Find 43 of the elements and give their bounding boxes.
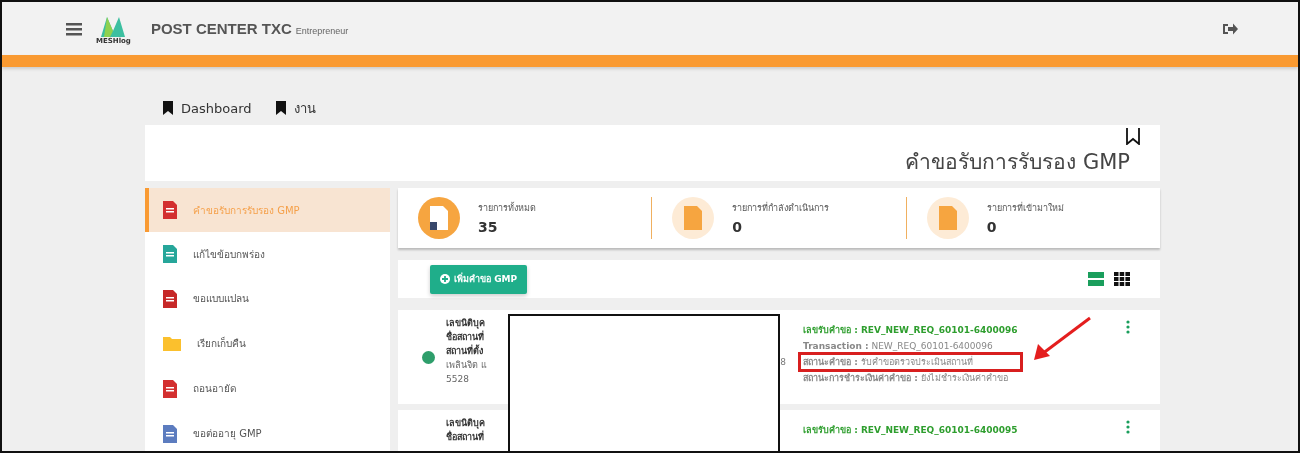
request-text: ชื่อสถานที่ — [446, 330, 484, 344]
request-text: ชื่อสถานที่ — [446, 430, 484, 444]
request-field: Transaction : NEW_REQ_60101-6400096 — [801, 339, 1020, 353]
sidebar-item[interactable]: ขอต่ออายุ GMP — [145, 411, 390, 451]
request-field: เลขรับคำขอ : REV_NEW_REQ_60101-6400095 — [801, 423, 1020, 437]
grid-view-icon[interactable] — [1114, 272, 1130, 286]
more-icon[interactable] — [1126, 420, 1130, 434]
document-icon — [926, 197, 969, 239]
app-title: POST CENTER TXC — [150, 20, 292, 37]
bookmark-icon — [275, 101, 286, 115]
stat-value: 0 — [732, 219, 744, 235]
stat-value: 35 — [478, 219, 499, 235]
request-text: สถานที่ตั้ง — [446, 344, 483, 358]
request-text: เพลินจิต แ — [446, 359, 487, 372]
bookmark-icon[interactable] — [1126, 127, 1140, 145]
sidebar-item[interactable]: แก้ไขข้อบกพร่อง — [145, 232, 390, 276]
document-icon — [672, 197, 715, 239]
request-text: เลขนิติบุค — [446, 417, 485, 430]
request-text: เลขนิติบุค — [446, 317, 485, 330]
stat-label: รายการที่เข้ามาใหม่ — [986, 201, 1064, 215]
request-text: 5528 — [446, 373, 469, 386]
nav-link[interactable]: งาน — [275, 91, 316, 125]
page-title: คำขอรับการรับรอง GMP — [905, 148, 1130, 176]
request-field: สถานะการชำระเงินค่าคำขอ : ยังไม่ชำระเงินค่าคำขอ — [801, 371, 1020, 385]
stat-value: 0 — [986, 219, 998, 235]
sidebar-item[interactable]: เรียกเก็บคืน — [145, 321, 390, 366]
request-field: เลขรับคำขอ : REV_NEW_REQ_60101-6400096 — [801, 323, 1020, 337]
request-text: 8 — [780, 357, 786, 367]
list-view-icon[interactable] — [1088, 272, 1104, 286]
plus-icon — [440, 274, 450, 284]
stat-label: รายการทั้งหมด — [478, 201, 536, 215]
bookmark-icon — [163, 101, 173, 115]
app-subtitle: Entrepreneur — [295, 25, 349, 36]
arrow-annotation — [1032, 316, 1092, 362]
stat-label: รายการที่กำลังดำเนินการ — [732, 201, 830, 215]
document-icon — [418, 197, 460, 239]
sidebar-item[interactable]: ถอนอายัด — [145, 366, 390, 411]
sidebar-item[interactable]: ขอแบบแปลน — [145, 276, 390, 321]
more-icon[interactable] — [1126, 320, 1130, 334]
logout-icon[interactable] — [1222, 21, 1238, 36]
highlight-box: สถานะคำขอ : รับคำขอตรวจประเมินสถานที่ — [801, 355, 1020, 369]
menu-icon[interactable] — [66, 21, 82, 36]
nav-link[interactable]: Dashboard — [163, 91, 252, 125]
